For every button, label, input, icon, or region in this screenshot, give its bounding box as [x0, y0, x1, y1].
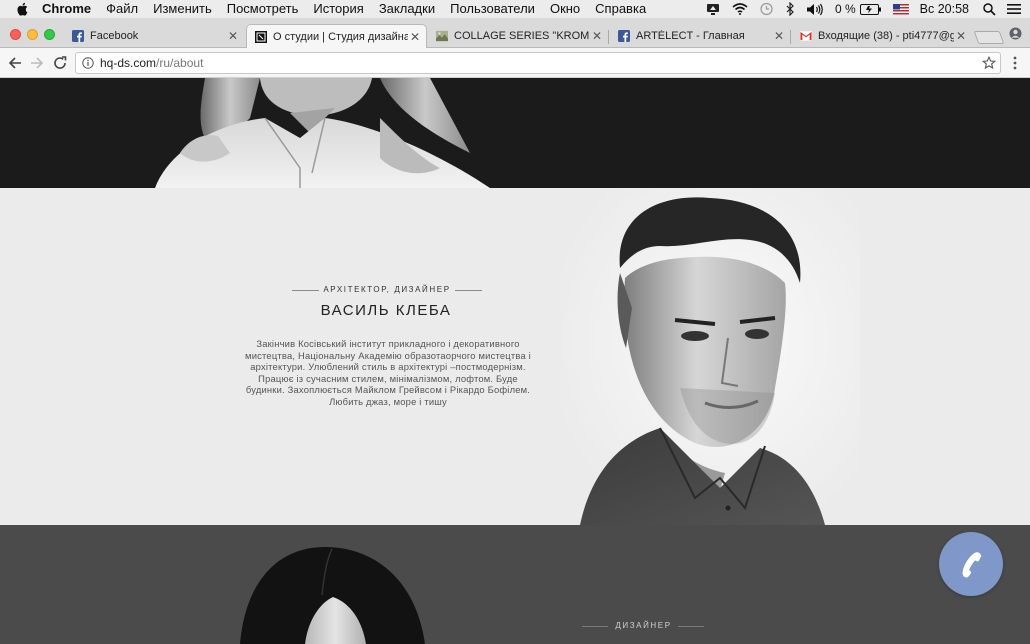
member-bio: Закінчив Косівський інститут прикладного…	[245, 338, 531, 407]
menu-view[interactable]: Посмотреть	[227, 0, 299, 18]
mac-menu-bar: Chrome Файл Изменить Посмотреть История …	[0, 0, 1030, 18]
us-flag-icon[interactable]	[892, 3, 909, 15]
menubar-status-area: 0 % Вс 20:58	[705, 0, 1030, 18]
menu-edit[interactable]: Изменить	[153, 0, 212, 18]
tab-close-icon[interactable]: ✕	[954, 29, 968, 43]
tab-title: ARTÉLECT - Главная	[636, 30, 745, 42]
tab-studio-about[interactable]: О студии | Студия дизайна H ✕	[246, 24, 427, 49]
portrait-photo-previous	[155, 78, 490, 188]
url-host: hq-ds.com	[100, 56, 157, 70]
reload-button[interactable]	[51, 54, 69, 72]
gmail-icon	[800, 30, 812, 42]
profile-icon[interactable]	[1009, 27, 1022, 45]
member-role: АРХІТЕКТОР, ДИЗАЙНЕР	[323, 285, 451, 294]
url-path: /ru/about	[156, 56, 204, 70]
tab-separator	[608, 30, 609, 44]
member-name: ВАСИЛЬ КЛЕБА	[320, 302, 452, 319]
site-info-icon[interactable]	[82, 57, 94, 69]
collage-image-icon	[436, 30, 448, 42]
notification-center-icon[interactable]	[1007, 3, 1021, 15]
window-zoom-button[interactable]	[44, 29, 55, 40]
upload-icon[interactable]	[705, 3, 721, 16]
role-divider-left	[292, 290, 319, 291]
wifi-icon[interactable]	[732, 3, 748, 15]
back-button[interactable]	[6, 54, 24, 72]
battery-percent[interactable]: 0 %	[835, 2, 856, 16]
tab-strip: Facebook ✕ О студии | Студия дизайна H ✕…	[0, 18, 1030, 49]
apple-menu-icon[interactable]	[14, 2, 30, 16]
tab-title: О студии | Студия дизайна H	[273, 31, 408, 43]
tab-collage-series[interactable]: COLLAGE SERIES "KROMSKO ✕	[428, 24, 608, 48]
menu-window[interactable]: Окно	[550, 0, 580, 18]
portrait-photo-next	[240, 547, 425, 644]
menubar-clock[interactable]: Вс 20:58	[920, 2, 969, 16]
facebook-icon	[72, 30, 84, 42]
tab-title: COLLAGE SERIES "KROMSKO	[454, 30, 590, 42]
menu-people[interactable]: Пользователи	[450, 0, 535, 18]
web-page: АРХІТЕКТОР, ДИЗАЙНЕР ВАСИЛЬ КЛЕБА Закінч…	[0, 78, 1030, 644]
battery-icon[interactable]	[859, 3, 882, 15]
bluetooth-icon[interactable]	[785, 2, 795, 16]
tab-gmail-inbox[interactable]: Входящие (38) - pti4777@gm ✕	[792, 24, 972, 48]
role-divider-right	[678, 626, 704, 627]
time-machine-icon[interactable]	[759, 2, 774, 16]
menu-bookmarks[interactable]: Закладки	[379, 0, 435, 18]
bookmark-star-icon[interactable]	[981, 55, 997, 73]
member-role: ДИЗАЙНЕР	[615, 621, 672, 630]
address-bar[interactable]: hq-ds.com/ru/about	[75, 52, 1001, 74]
hq-studio-icon	[255, 31, 267, 43]
tab-close-icon[interactable]: ✕	[772, 29, 786, 43]
tab-title: Входящие (38) - pti4777@gm	[818, 30, 954, 42]
window-close-button[interactable]	[10, 29, 21, 40]
team-member-section-next: ДИЗАЙНЕР	[0, 525, 1030, 644]
phone-icon	[957, 550, 985, 578]
role-divider-left	[582, 626, 608, 627]
tab-artelect[interactable]: ARTÉLECT - Главная ✕	[610, 24, 790, 48]
window-minimize-button[interactable]	[27, 29, 38, 40]
menu-help[interactable]: Справка	[595, 0, 646, 18]
volume-icon[interactable]	[806, 3, 824, 16]
new-tab-button[interactable]	[973, 31, 1005, 44]
chrome-menu-icon[interactable]	[1013, 56, 1017, 75]
tab-separator	[790, 30, 791, 44]
facebook-icon	[618, 30, 630, 42]
forward-button[interactable]	[28, 54, 46, 72]
tab-close-icon[interactable]: ✕	[226, 29, 240, 43]
tab-close-icon[interactable]: ✕	[408, 30, 422, 44]
menu-app-name[interactable]: Chrome	[42, 0, 91, 18]
menu-history[interactable]: История	[313, 0, 363, 18]
role-divider-right	[455, 290, 482, 291]
team-member-section: АРХІТЕКТОР, ДИЗАЙНЕР ВАСИЛЬ КЛЕБА Закінч…	[0, 188, 1030, 525]
browser-toolbar: hq-ds.com/ru/about	[0, 48, 1030, 78]
team-member-section-previous	[0, 78, 1030, 188]
menu-file[interactable]: Файл	[106, 0, 138, 18]
screen: { "menubar": { "app_name": "Chrome", "it…	[0, 0, 1030, 644]
tab-facebook[interactable]: Facebook ✕	[64, 24, 244, 48]
tab-close-icon[interactable]: ✕	[590, 29, 604, 43]
tab-title: Facebook	[90, 30, 139, 42]
spotlight-search-icon[interactable]	[983, 2, 996, 16]
call-button[interactable]	[939, 532, 1003, 596]
portrait-photo	[560, 188, 860, 525]
